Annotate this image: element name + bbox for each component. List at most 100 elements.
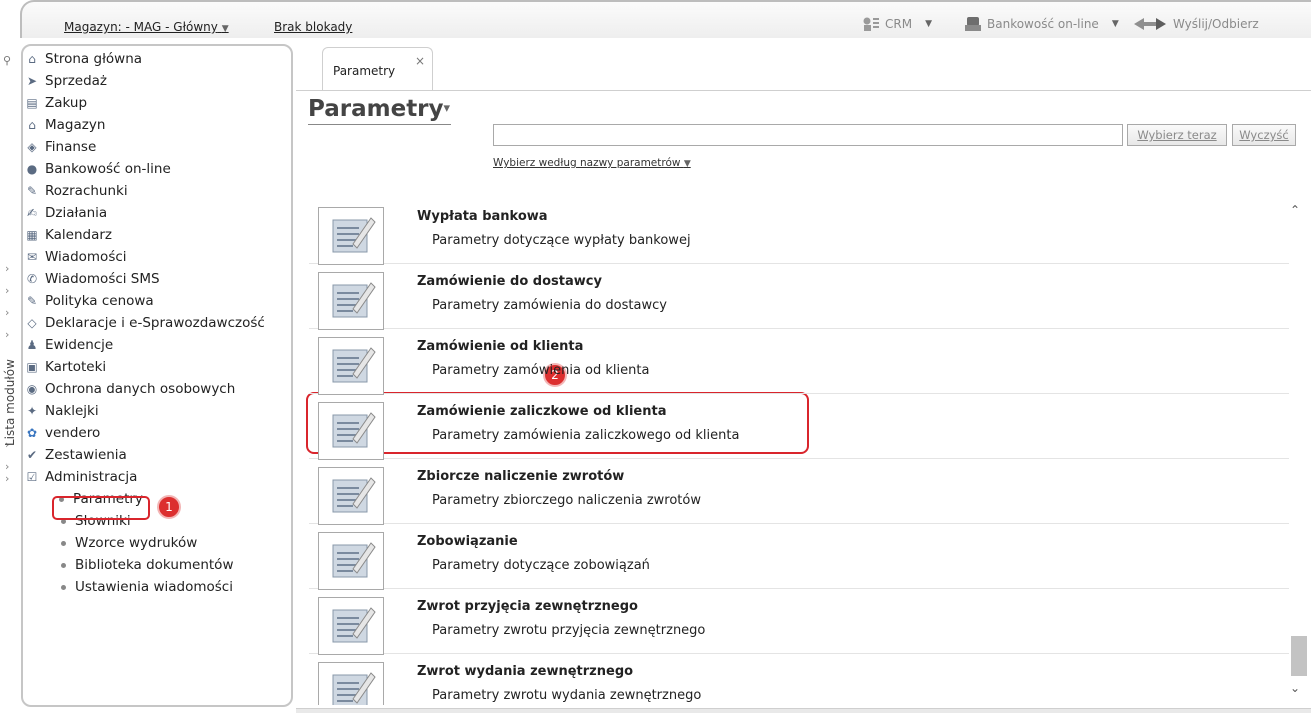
list-item[interactable]: Zamówienie od klienta Parametry zamówien… [309,331,1289,395]
tab-parametry[interactable]: Parametry × [322,47,433,91]
chevron-right-icon: › [5,306,10,319]
sidebar-item-label: Zestawienia [45,447,127,463]
sidebar-item-label: Działania [45,205,108,221]
sidebar-item-label: Kalendarz [45,227,112,243]
warehouse-selector[interactable]: Magazyn: - MAG - Główny ▼ [64,20,229,34]
list-item[interactable]: Zamówienie do dostawcy Parametry zamówie… [309,266,1289,330]
sidebar-item-polityka-cenowa[interactable]: ✎ Polityka cenowa [23,290,154,312]
reports-icon: ✔ [26,448,38,462]
sidebar-item-ewidencje[interactable]: ♟ Ewidencje [23,334,114,356]
annotation-badge-1: 1 [157,495,181,519]
parameters-document-icon [318,662,384,705]
sidebar-item-label: Wiadomości [45,249,127,265]
sidebar-item-rozrachunki[interactable]: ✎ Rozrachunki [23,180,128,202]
scrollbar-thumb[interactable] [1291,636,1307,676]
sub-item-ustawienia-wiadomosci[interactable]: Ustawienia wiadomości [59,576,233,598]
list-item[interactable]: Wypłata bankowa Parametry dotyczące wypł… [309,201,1289,265]
page-title-text: Parametry [308,96,444,122]
tab-divider [296,90,1311,91]
page-title[interactable]: Parametry▾ [308,96,450,122]
records-icon: ♟ [26,338,38,352]
files-icon: ▣ [26,360,38,374]
sidebar-item-zestawienia[interactable]: ✔ Zestawienia [23,444,127,466]
clear-button[interactable]: Wyczyść [1232,124,1296,146]
sms-icon: ✆ [26,272,38,286]
sidebar-item-wiadomosci[interactable]: ✉ Wiadomości [23,246,127,268]
sidebar-item-finanse[interactable]: ◈ Finanse [23,136,96,158]
calendar-icon: ▦ [26,228,38,242]
sidebar-item-magazyn[interactable]: ⌂ Magazyn [23,114,105,136]
close-icon[interactable]: × [415,54,425,68]
sidebar-item-kartoteki[interactable]: ▣ Kartoteki [23,356,106,378]
list-item[interactable]: Zamówienie zaliczkowe od klienta Paramet… [309,396,1289,460]
chevron-down-icon: ▼ [221,24,229,34]
parameter-search-input[interactable] [493,124,1123,146]
sidebar-item-ochrona-danych[interactable]: ◉ Ochrona danych osobowych [23,378,236,400]
banking-menu[interactable]: Bankowość on-line ▼ [964,16,1119,32]
row-title: Zamówienie do dostawcy [417,274,602,289]
send-receive-icon [1134,18,1166,30]
parameters-document-icon [318,532,384,590]
sidebar-item-bankowosc[interactable]: ● Bankowość on-line [23,158,171,180]
parameters-document-icon [318,272,384,330]
module-list-strip[interactable]: ⚲ › › › › › › › Lista modułów [0,44,22,709]
filter-label: Wybierz według nazwy parametrów [493,157,681,169]
list-item[interactable]: Zbiorcze naliczenie zwrotów Parametry zb… [309,461,1289,525]
admin-icon: ☑ [26,470,38,484]
parameter-list: Wypłata bankowa Parametry dotyczące wypł… [309,196,1311,705]
sidebar-item-sprzedaz[interactable]: ➤ Sprzedaż [23,70,107,92]
list-item[interactable]: Zobowiązanie Parametry dotyczące zobowią… [309,526,1289,590]
sidebar-item-naklejki[interactable]: ✦ Naklejki [23,400,99,422]
sidebar-item-label: Deklaracje i e-Sprawozdawczość [45,315,265,331]
sidebar-item-zakup[interactable]: ▤ Zakup [23,92,87,114]
lock-status-link[interactable]: Brak blokady [274,20,352,34]
choose-now-button[interactable]: Wybierz teraz [1127,124,1227,146]
sidebar-item-deklaracje[interactable]: ◇ Deklaracje i e-Sprawozdawczość [23,312,265,334]
row-title: Zwrot wydania zewnętrznego [417,664,634,679]
messages-icon: ✉ [26,250,38,264]
sales-icon: ➤ [26,74,38,88]
sidebar-item-vendero[interactable]: ✿ vendero [23,422,100,444]
scroll-down-icon[interactable]: ⌄ [1290,681,1300,695]
top-toolbar: Magazyn: - MAG - Główny ▼ Brak blokady C… [20,0,1311,38]
list-item[interactable]: Zwrot przyjęcia zewnętrznego Parametry z… [309,591,1289,655]
sub-item-label: Biblioteka dokumentów [75,557,234,573]
send-receive-button[interactable]: Wyślij/Odbierz [1132,16,1259,32]
sidebar-item-kalendarz[interactable]: ▦ Kalendarz [23,224,112,246]
sidebar-item-strona-glowna[interactable]: ⌂ Strona główna [23,48,142,70]
sidebar-item-wiadomosci-sms[interactable]: ✆ Wiadomości SMS [23,268,160,290]
sidebar-item-label: Kartoteki [45,359,107,375]
chevron-down-icon: ▼ [1111,19,1119,29]
crm-menu[interactable]: CRM ▼ [862,16,932,32]
vendero-icon: ✿ [26,426,38,440]
row-title: Zamówienie od klienta [417,339,584,354]
bullet [61,540,66,546]
sub-item-biblioteka[interactable]: Biblioteka dokumentów [59,554,233,576]
sidebar-item-label: Polityka cenowa [45,293,154,309]
bank-icon: ● [26,162,38,176]
actions-icon: ✍ [26,206,38,220]
sidebar-item-label: Naklejki [45,403,99,419]
tab-label: Parametry [333,64,396,78]
chevron-right-icon: › [5,472,10,485]
bullet [61,562,66,568]
scroll-up-icon[interactable]: ⌃ [1290,203,1300,217]
sidebar-item-label: Ochrona danych osobowych [45,381,236,397]
list-item[interactable]: Zwrot wydania zewnętrznego Parametry zwr… [309,656,1289,705]
filter-by-name-dropdown[interactable]: Wybierz według nazwy parametrów ▼ [493,157,691,169]
banking-label: Bankowość on-line [987,17,1099,31]
title-underline [308,124,451,125]
sub-item-wzorce-wydrukow[interactable]: Wzorce wydruków [59,532,197,554]
sidebar-item-dzialania[interactable]: ✍ Działania [23,202,107,224]
row-description: Parametry zbiorczego naliczenia zwrotów [432,493,701,508]
status-bar-edge [296,708,1311,713]
parameters-document-icon [318,402,384,460]
settlements-icon: ✎ [26,184,38,198]
sidebar-item-label: Wiadomości SMS [45,271,160,287]
sidebar-item-label: Rozrachunki [45,183,128,199]
sub-item-label: Ustawienia wiadomości [75,579,233,595]
row-description: Parametry zwrotu przyjęcia zewnętrznego [432,623,706,638]
sidebar-item-label: Bankowość on-line [45,161,171,177]
pin-icon[interactable]: ⚲ [3,54,11,67]
sidebar-item-administracja[interactable]: ☑ Administracja [23,466,138,488]
